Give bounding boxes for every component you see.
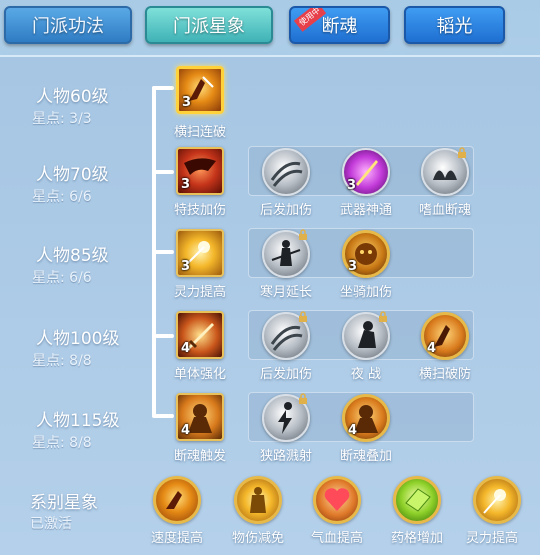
lock-icon bbox=[458, 147, 466, 158]
series-label: 物伤减免 bbox=[231, 531, 284, 546]
skill-label: 特技加伤 bbox=[173, 203, 226, 218]
demon-icon[interactable]: 4 bbox=[342, 394, 390, 442]
skill-label: 断魂叠加 bbox=[339, 449, 392, 464]
beast-claw-icon[interactable] bbox=[421, 147, 469, 196]
series-label: 速度提高 bbox=[150, 531, 203, 546]
star-count: 4 bbox=[181, 423, 191, 438]
tab-taoguang[interactable]: 韬光 bbox=[404, 6, 505, 44]
heart-icon[interactable] bbox=[313, 476, 361, 524]
series-label: 气血提高 bbox=[310, 531, 363, 546]
skill-label: 单体强化 bbox=[173, 367, 226, 382]
demon-icon[interactable]: 4 bbox=[176, 393, 224, 441]
star-count: 3 bbox=[181, 259, 191, 274]
slash-icon[interactable] bbox=[262, 311, 310, 360]
series-status: 已激活 bbox=[30, 516, 72, 532]
skill-label: 后发加伤 bbox=[259, 203, 312, 218]
lock-icon bbox=[299, 311, 307, 322]
tab-label: 断魂 bbox=[321, 16, 358, 37]
tab-label: 韬光 bbox=[436, 16, 473, 37]
tree-branch bbox=[152, 170, 174, 174]
star-count-115: 星点: 8/8 bbox=[32, 435, 92, 451]
skill-label: 嗜血断魂 bbox=[418, 203, 471, 218]
star-count-60: 星点: 3/3 bbox=[32, 111, 92, 127]
slash-icon[interactable] bbox=[262, 148, 310, 196]
gem-glyph bbox=[405, 488, 431, 512]
tree-branch bbox=[152, 334, 174, 338]
skill-label: 横扫连破 bbox=[173, 125, 226, 140]
star-count: 3 bbox=[181, 177, 191, 192]
star-count: 3 bbox=[347, 178, 357, 193]
lock-icon bbox=[299, 229, 307, 240]
tree-branch bbox=[152, 86, 174, 90]
shield-figure-glyph bbox=[250, 487, 266, 513]
skill-label: 狭路溅射 bbox=[259, 449, 312, 464]
slash-glyph bbox=[270, 161, 303, 187]
warrior-icon[interactable] bbox=[262, 229, 310, 278]
tab-sect-stars[interactable]: 门派星象 bbox=[145, 6, 273, 44]
skill-label: 坐骑加伤 bbox=[339, 285, 392, 300]
spark-icon[interactable]: 3 bbox=[176, 229, 224, 277]
sweep-icon[interactable]: 4 bbox=[421, 312, 469, 360]
lock-icon bbox=[299, 393, 307, 404]
claw-icon[interactable]: 3 bbox=[176, 147, 224, 195]
skill-label: 横扫破防 bbox=[418, 367, 471, 382]
skill-label: 武器神通 bbox=[339, 203, 392, 218]
level-label-115: 人物115级 bbox=[36, 411, 120, 431]
skill-label: 后发加伤 bbox=[259, 367, 312, 382]
gem-icon[interactable] bbox=[393, 476, 441, 524]
tab-label: 门派功法 bbox=[32, 16, 104, 37]
level-label-100: 人物100级 bbox=[36, 329, 120, 349]
skill-label: 夜 战 bbox=[350, 367, 382, 382]
skill-label: 断魂触发 bbox=[173, 449, 226, 464]
series-label: 灵力提高 bbox=[465, 531, 518, 546]
tree-branch bbox=[152, 250, 174, 254]
sword-icon[interactable]: 4 bbox=[176, 311, 224, 359]
heart-glyph bbox=[324, 488, 350, 511]
speed-glyph bbox=[166, 491, 182, 509]
star-count: 3 bbox=[182, 95, 192, 110]
lion-icon[interactable]: 3 bbox=[342, 230, 390, 278]
skill-label: 灵力提高 bbox=[173, 285, 226, 300]
star-count-70: 星点: 6/6 bbox=[32, 189, 92, 205]
star-count: 4 bbox=[348, 423, 358, 438]
skill-label: 寒月延长 bbox=[259, 285, 312, 300]
spark-icon[interactable] bbox=[473, 476, 521, 524]
tab-sect-skills[interactable]: 门派功法 bbox=[4, 6, 132, 44]
speed-icon[interactable] bbox=[153, 476, 201, 524]
star-count: 4 bbox=[181, 341, 191, 356]
shield-figure-icon[interactable] bbox=[234, 476, 282, 524]
star-count: 4 bbox=[427, 341, 437, 356]
tree-branch bbox=[152, 414, 174, 418]
star-count-85: 星点: 6/6 bbox=[32, 270, 92, 286]
star-count-100: 星点: 8/8 bbox=[32, 353, 92, 369]
dancer-icon[interactable] bbox=[262, 393, 310, 442]
sweep-icon[interactable]: 3 bbox=[176, 66, 224, 114]
spark-glyph bbox=[483, 489, 506, 514]
knight-icon[interactable] bbox=[342, 311, 390, 360]
series-title: 系别星象 bbox=[30, 493, 98, 513]
level-label-70: 人物70级 bbox=[36, 165, 109, 185]
level-label-85: 人物85级 bbox=[36, 246, 109, 266]
tab-label: 门派星象 bbox=[173, 16, 245, 37]
blade-icon[interactable]: 3 bbox=[342, 148, 390, 196]
star-count: 3 bbox=[348, 259, 358, 274]
lock-icon bbox=[379, 311, 387, 322]
tab-duanhun[interactable]: 使用中 断魂 bbox=[289, 6, 390, 44]
level-label-60: 人物60级 bbox=[36, 87, 109, 107]
